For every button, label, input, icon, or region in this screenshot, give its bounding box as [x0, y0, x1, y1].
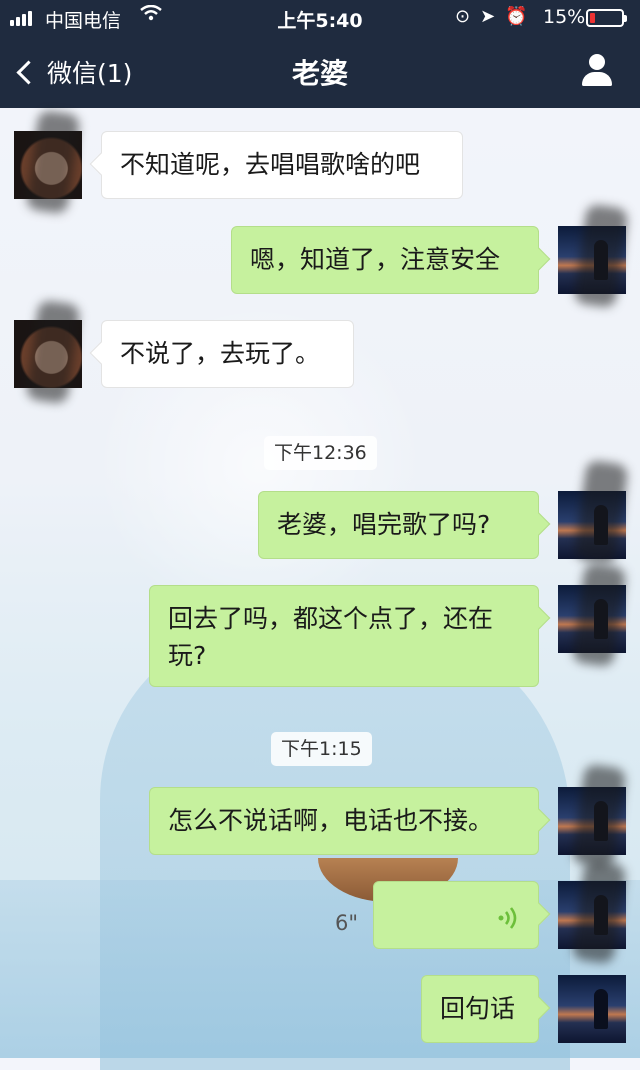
- voice-message-bubble[interactable]: [373, 881, 539, 949]
- contact-info-icon[interactable]: [581, 54, 613, 88]
- message-bubble[interactable]: 怎么不说话啊，电话也不接。: [149, 787, 539, 855]
- message-bubble[interactable]: 老婆，唱完歌了吗?: [258, 491, 539, 559]
- nav-bar: 微信(1) 老婆: [0, 36, 640, 108]
- battery-percent: 15%: [543, 6, 586, 28]
- status-icons: ⊙➤⏰: [455, 6, 538, 27]
- top-bar: 中国电信 上午5:40 ⊙➤⏰ 15% 微信(1) 老婆: [0, 0, 640, 108]
- message-bubble[interactable]: 不说了，去玩了。: [101, 320, 354, 388]
- message-bubble[interactable]: 回句话: [421, 975, 539, 1043]
- battery-icon: [586, 9, 627, 27]
- timestamp: 下午12:36: [264, 436, 377, 470]
- message-bubble[interactable]: 回去了吗，都这个点了，还在玩?: [149, 585, 539, 687]
- timestamp: 下午1:15: [271, 732, 372, 766]
- location-icon: ➤: [480, 6, 506, 27]
- status-bar: 中国电信 上午5:40 ⊙➤⏰ 15%: [0, 0, 640, 36]
- message-bubble[interactable]: 不知道呢，去唱唱歌啥的吧: [101, 131, 463, 199]
- orientation-lock-icon: ⊙: [455, 6, 481, 27]
- alarm-icon: ⏰: [505, 6, 538, 27]
- battery-fill: [590, 13, 595, 23]
- message-bubble[interactable]: 嗯，知道了，注意安全: [231, 226, 539, 294]
- avatar-redaction: [25, 299, 81, 405]
- chat-title: 老婆: [291, 57, 348, 90]
- voice-wave-icon: [498, 904, 520, 941]
- voice-duration: 6": [335, 911, 359, 935]
- self-avatar[interactable]: [558, 975, 626, 1043]
